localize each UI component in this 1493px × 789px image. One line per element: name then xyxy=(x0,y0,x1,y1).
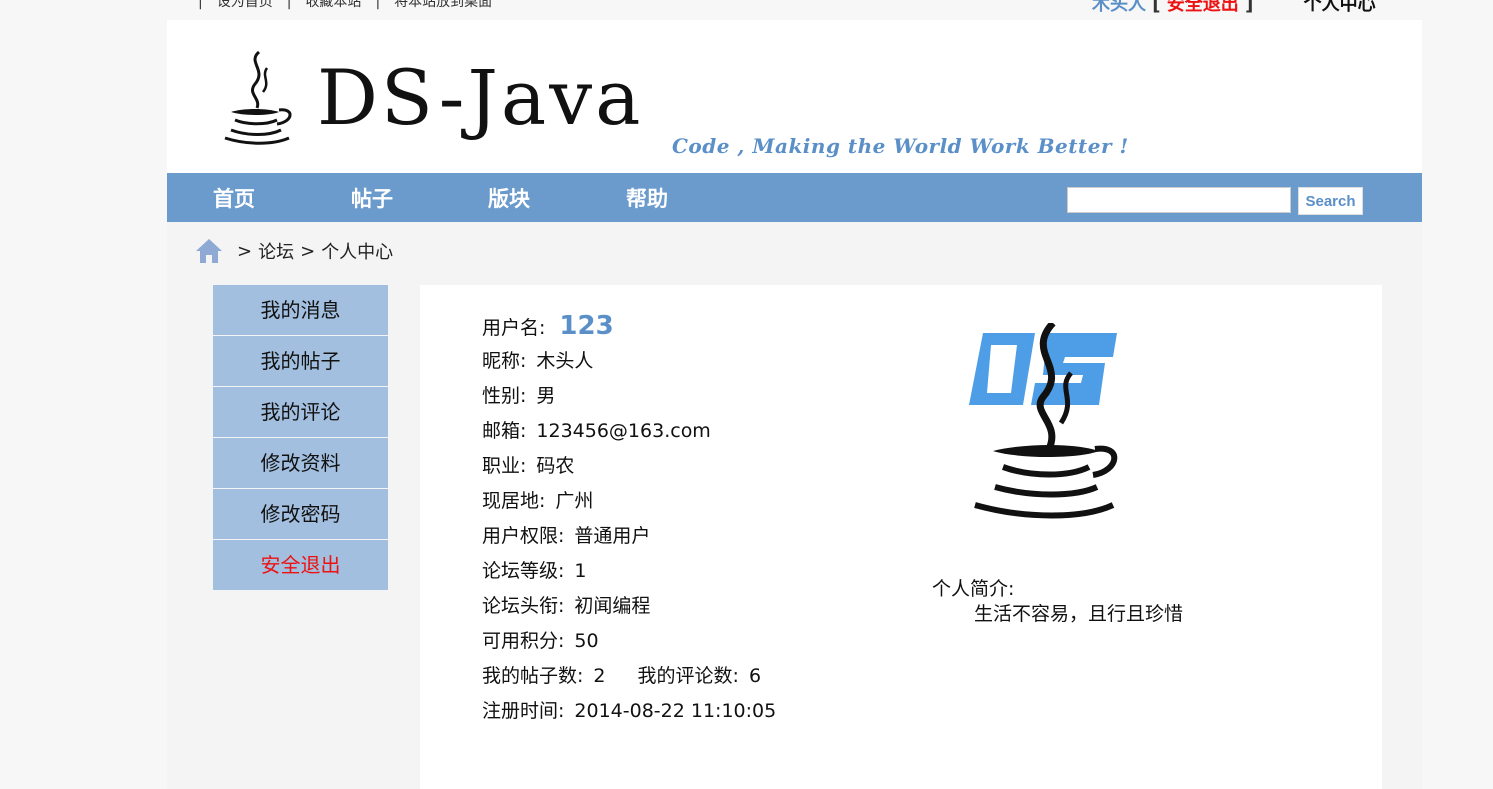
role-label: 用户权限: xyxy=(482,525,565,547)
role-row: 用户权限: 普通用户 xyxy=(482,519,776,554)
bookmark-link[interactable]: 收藏本站 xyxy=(305,0,361,10)
nav-help[interactable]: 帮助 xyxy=(626,173,668,222)
breadcrumb-personal-center: 个人中心 xyxy=(321,242,394,263)
side-item-change-password[interactable]: 修改密码 xyxy=(213,489,388,539)
city-row: 现居地: 广州 xyxy=(482,484,776,519)
nav-home[interactable]: 首页 xyxy=(213,173,255,222)
registered-row: 注册时间: 2014-08-22 11:10:05 xyxy=(482,694,776,729)
home-icon[interactable] xyxy=(195,238,223,264)
nickname-label: 昵称: xyxy=(482,350,527,372)
registered-label: 注册时间: xyxy=(482,700,565,722)
points-value: 50 xyxy=(574,630,599,652)
username-value: 123 xyxy=(559,311,614,341)
top-username[interactable]: 木头人 xyxy=(1092,0,1146,15)
points-label: 可用积分: xyxy=(482,630,565,652)
side-menu: 我的消息 我的帖子 我的评论 修改资料 修改密码 安全退出 xyxy=(213,285,388,591)
job-row: 职业: 码农 xyxy=(482,449,776,484)
job-label: 职业: xyxy=(482,455,527,477)
username-row: 用户名: 123 xyxy=(482,309,776,344)
registered-value: 2014-08-22 11:10:05 xyxy=(574,700,777,722)
city-label: 现居地: xyxy=(482,490,546,512)
email-value: 123456@163.com xyxy=(536,420,711,442)
breadcrumb-forum[interactable]: 论坛 xyxy=(258,238,294,264)
posts-count-label: 我的帖子数: xyxy=(482,665,584,687)
gender-row: 性别: 男 xyxy=(482,379,776,414)
breadcrumb-sep: > xyxy=(300,240,316,262)
profile-info: 用户名: 123 昵称: 木头人 性别: 男 邮箱: 123456@163.com 职业… xyxy=(482,309,776,729)
level-row: 论坛等级: 1 xyxy=(482,554,776,589)
logo-text: DS-Java xyxy=(317,53,644,142)
title-label: 论坛头衔: xyxy=(482,595,565,617)
bracket-open: [ xyxy=(1152,0,1161,15)
top-sep: | xyxy=(198,0,203,10)
title-value: 初闻编程 xyxy=(574,595,651,617)
counts-row: 我的帖子数: 2 我的评论数: 6 xyxy=(482,659,776,694)
top-personal-center-link[interactable]: 个人中心 xyxy=(1304,0,1376,15)
posts-count-value: 2 xyxy=(593,665,606,687)
main-nav: 首页 帖子 版块 帮助 Search xyxy=(167,173,1422,222)
user-avatar-ds-java-icon xyxy=(969,323,1118,519)
side-item-my-comments[interactable]: 我的评论 xyxy=(213,387,388,437)
top-logout-link[interactable]: 安全退出 xyxy=(1167,0,1239,15)
job-value: 码农 xyxy=(536,455,575,477)
comments-count-label: 我的评论数: xyxy=(637,665,739,687)
nav-posts[interactable]: 帖子 xyxy=(351,173,393,222)
page-container: DS-Java Code , Making the World Work Bet… xyxy=(167,20,1422,789)
bio-label: 个人简介: xyxy=(932,578,1015,600)
title-row: 论坛头衔: 初闻编程 xyxy=(482,589,776,624)
email-label: 邮箱: xyxy=(482,420,527,442)
top-sep: | xyxy=(286,0,292,10)
level-label: 论坛等级: xyxy=(482,560,565,582)
bio-text: 生活不容易，且行且珍惜 xyxy=(974,603,1184,625)
site-header: DS-Java Code , Making the World Work Bet… xyxy=(167,20,1422,173)
level-value: 1 xyxy=(574,560,587,582)
side-item-my-posts[interactable]: 我的帖子 xyxy=(213,336,388,386)
city-value: 广州 xyxy=(555,490,594,512)
top-sep: | xyxy=(375,0,381,10)
gender-label: 性别: xyxy=(482,385,527,407)
breadcrumb-sep: > xyxy=(237,240,253,262)
breadcrumb: > 论坛 > 个人中心 xyxy=(195,236,393,266)
role-value: 普通用户 xyxy=(574,525,651,547)
username-label: 用户名: xyxy=(482,317,546,339)
nav-boards[interactable]: 版块 xyxy=(488,173,530,222)
nickname-value: 木头人 xyxy=(536,350,594,372)
top-links: | 设为首页 | 收藏本站 | 将本站放到桌面 xyxy=(198,0,492,10)
slogan: Code , Making the World Work Better ! xyxy=(672,134,1129,158)
profile-panel: 用户名: 123 昵称: 木头人 性别: 男 邮箱: 123456@163.com 职业… xyxy=(420,285,1382,789)
nickname-row: 昵称: 木头人 xyxy=(482,344,776,379)
side-item-edit-profile[interactable]: 修改资料 xyxy=(213,438,388,488)
set-home-link[interactable]: 设为首页 xyxy=(217,0,273,10)
java-cup-logo-icon xyxy=(224,50,292,145)
email-row: 邮箱: 123456@163.com xyxy=(482,414,776,449)
side-item-my-messages[interactable]: 我的消息 xyxy=(213,285,388,335)
gender-value: 男 xyxy=(536,385,556,407)
top-user-area: 木头人 [ 安全退出 ] 个人中心 xyxy=(1092,0,1376,15)
side-item-logout[interactable]: 安全退出 xyxy=(213,540,388,590)
search-button[interactable]: Search xyxy=(1298,187,1363,215)
comments-count-value: 6 xyxy=(748,665,762,687)
search-input[interactable] xyxy=(1067,187,1291,213)
desktop-shortcut-link[interactable]: 将本站放到桌面 xyxy=(394,0,492,10)
bracket-close: ] xyxy=(1245,0,1254,15)
points-row: 可用积分: 50 xyxy=(482,624,776,659)
